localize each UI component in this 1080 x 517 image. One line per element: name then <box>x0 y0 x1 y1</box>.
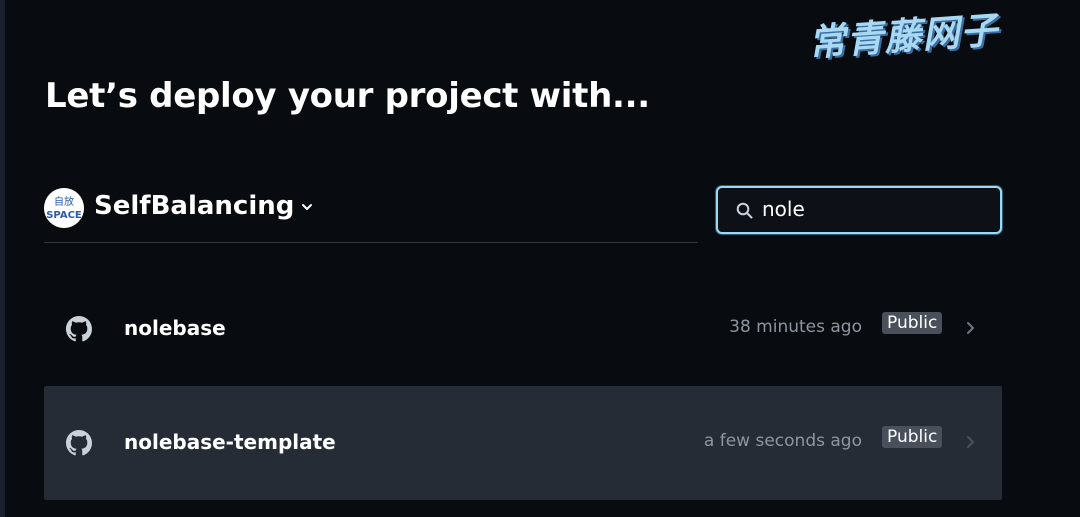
github-icon <box>66 430 92 456</box>
github-icon <box>66 316 92 342</box>
chevron-right-icon <box>967 436 974 448</box>
repo-updated-time: 38 minutes ago <box>729 317 862 337</box>
repo-row-nolebase[interactable]: nolebase 38 minutes ago Public <box>44 272 1002 386</box>
avatar-text-top: 自放 <box>54 195 74 208</box>
repo-updated-time: a few seconds ago <box>703 431 862 451</box>
repo-row-nolebase-template[interactable]: nolebase-template a few seconds ago Publ… <box>44 386 1002 500</box>
search-input[interactable] <box>762 195 982 223</box>
chevron-down-icon <box>302 204 312 210</box>
account-name: SelfBalancing <box>94 191 295 221</box>
visibility-badge: Public <box>882 312 943 334</box>
visibility-badge: Public <box>882 426 943 448</box>
repo-name: nolebase <box>124 316 226 340</box>
chevron-right-icon <box>967 322 974 334</box>
account-scope-selector[interactable]: 自放 SPACE SelfBalancing <box>44 186 698 243</box>
window-edge <box>0 0 5 517</box>
watermark: 常青藤网子 <box>806 8 1000 65</box>
avatar-logo: 自放 SPACE <box>44 188 84 228</box>
avatar: 自放 SPACE <box>44 188 84 228</box>
search-icon <box>736 202 753 219</box>
avatar-text-bottom: SPACE <box>46 210 82 221</box>
search-box[interactable] <box>716 186 1002 234</box>
page-title: Let’s deploy your project with... <box>45 76 650 116</box>
repo-name: nolebase-template <box>124 430 336 454</box>
